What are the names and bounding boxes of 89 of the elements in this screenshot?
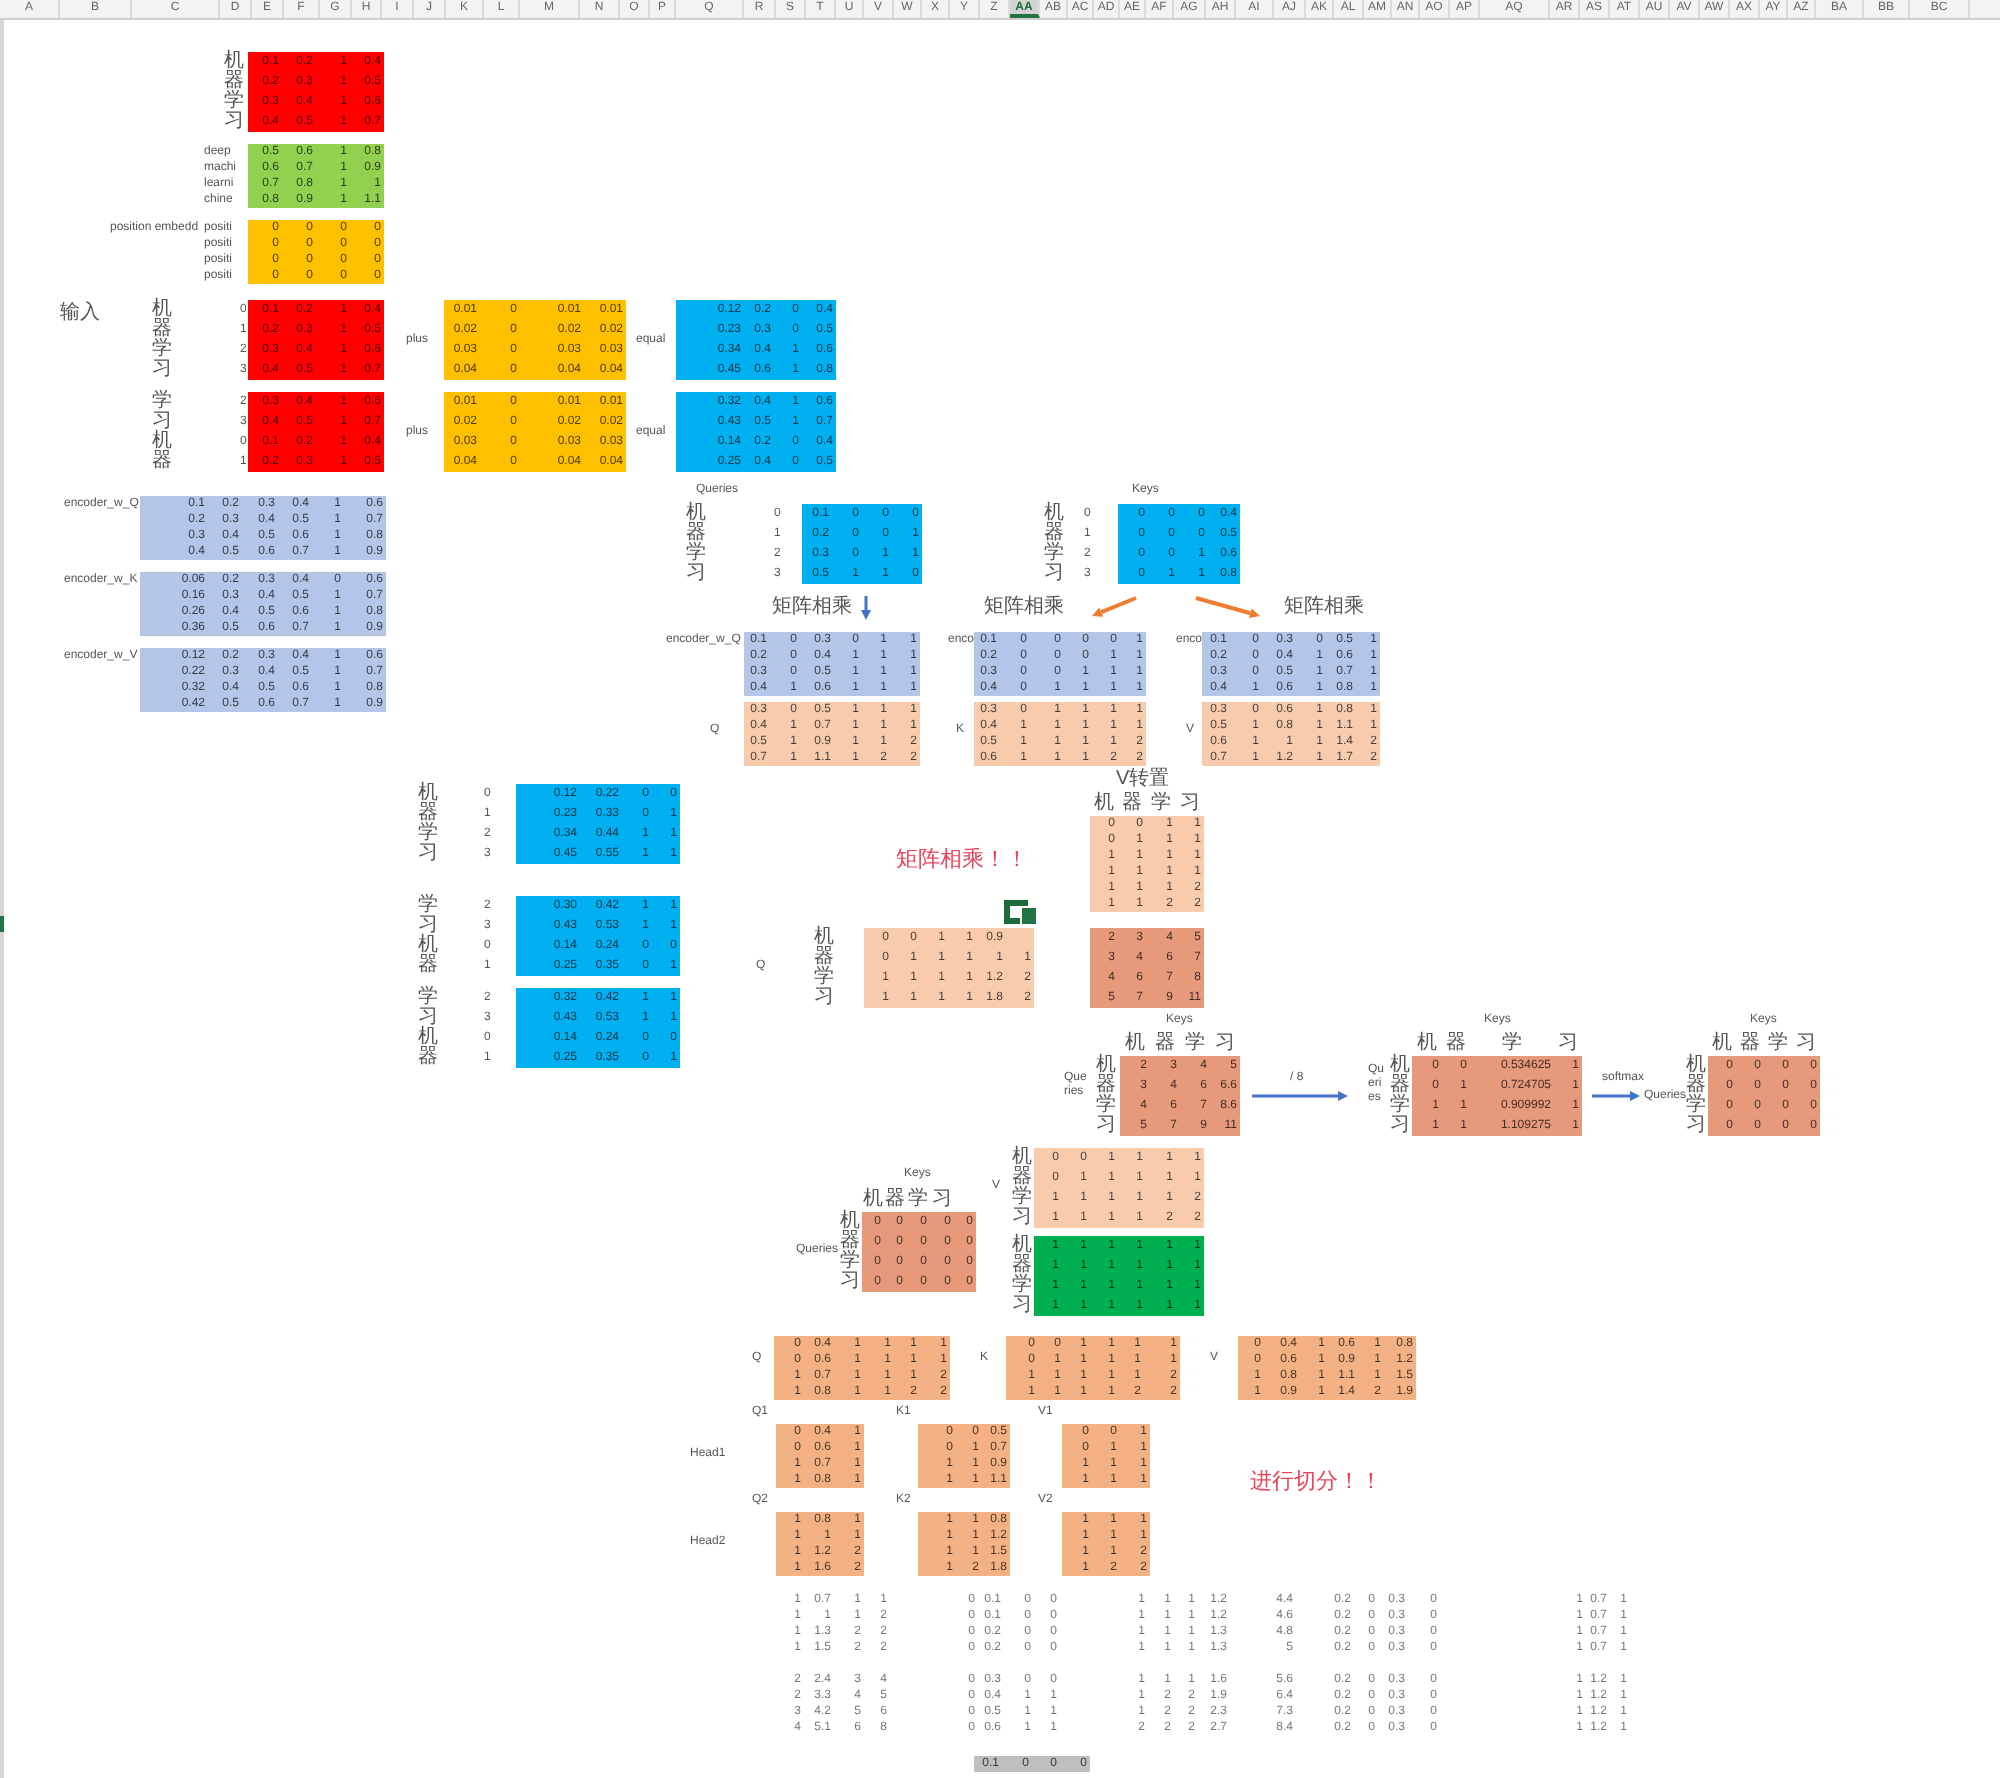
row-label: 器 xyxy=(152,452,174,472)
row-label: 学 xyxy=(224,92,246,112)
row-marker xyxy=(0,916,4,932)
row-label: 器 xyxy=(1096,1076,1118,1096)
row-label: 学 xyxy=(814,968,836,988)
row-label: 器 xyxy=(814,948,836,968)
column-label: 习 xyxy=(1794,1032,1818,1056)
row-label: 习 xyxy=(224,112,246,132)
row-label: 器 xyxy=(1012,1168,1034,1188)
cell-text: 矩阵相乘 xyxy=(984,596,1064,618)
row-label: 习 xyxy=(418,844,440,864)
column-label: 学 xyxy=(1500,1032,1524,1056)
row-label: 机 xyxy=(1044,504,1066,524)
row-label: 机 xyxy=(1012,1148,1034,1168)
row-label: 机 xyxy=(152,432,174,452)
cell-text: 输入 xyxy=(60,302,100,324)
row-label: 学 xyxy=(1390,1096,1412,1116)
row-label: 学 xyxy=(418,896,440,916)
column-label: 机 xyxy=(1092,792,1116,816)
row-label: 学 xyxy=(152,392,174,412)
row-label: 机 xyxy=(1096,1056,1118,1076)
column-label: 机 xyxy=(862,1188,884,1212)
row-label: 机 xyxy=(224,52,246,72)
row-label: 学 xyxy=(1686,1096,1708,1116)
column-label: 器 xyxy=(1738,1032,1762,1056)
cell-text: 矩阵相乘 xyxy=(1284,596,1364,618)
row-label: 器 xyxy=(1044,524,1066,544)
row-label: 器 xyxy=(686,524,708,544)
row-label: 学 xyxy=(1044,544,1066,564)
row-label: 习 xyxy=(152,412,174,432)
column-label: 学 xyxy=(1766,1032,1790,1056)
row-label: 学 xyxy=(840,1252,862,1272)
row-label: 习 xyxy=(840,1272,862,1292)
row-label: 习 xyxy=(1044,564,1066,584)
row-label: 机 xyxy=(1012,1236,1034,1256)
row-label: 学 xyxy=(1012,1276,1034,1296)
column-label: 机 xyxy=(1415,1032,1439,1056)
row-label: 器 xyxy=(840,1232,862,1252)
column-label: 器 xyxy=(884,1188,906,1212)
column-label: 机 xyxy=(1123,1032,1147,1056)
column-label: 习 xyxy=(930,1188,954,1212)
row-label: 机 xyxy=(814,928,836,948)
row-label: 习 xyxy=(1686,1116,1708,1136)
row-label: 习 xyxy=(686,564,708,584)
row-label: 器 xyxy=(1012,1256,1034,1276)
row-label: 机 xyxy=(840,1212,862,1232)
row-label: 器 xyxy=(152,320,174,340)
column-label: 习 xyxy=(1178,792,1202,816)
column-label: 器 xyxy=(1444,1032,1468,1056)
column-label: 学 xyxy=(1149,792,1173,816)
row-label: 器 xyxy=(224,72,246,92)
row-label: 习 xyxy=(418,1008,440,1028)
annotation-text: 矩阵相乘！！ xyxy=(896,848,1028,872)
row-label: 习 xyxy=(1012,1296,1034,1316)
row-label: 学 xyxy=(1012,1188,1034,1208)
row-label: 学 xyxy=(418,988,440,1008)
row-label: 习 xyxy=(418,916,440,936)
row-label: 习 xyxy=(814,988,836,1008)
column-label: 习 xyxy=(1556,1032,1580,1056)
row-label: 机 xyxy=(418,936,440,956)
row-label: 器 xyxy=(418,1048,440,1068)
row-label: 机 xyxy=(686,504,708,524)
cell-text: 矩阵相乘 xyxy=(772,596,852,618)
row-label: 机 xyxy=(1686,1056,1708,1076)
column-label: 器 xyxy=(1153,1032,1177,1056)
row-label: 学 xyxy=(686,544,708,564)
column-label: 学 xyxy=(906,1188,930,1212)
row-label: 习 xyxy=(152,360,174,380)
paste-options-icon[interactable] xyxy=(1004,900,1036,924)
row-label: 习 xyxy=(1390,1116,1412,1136)
column-label: 习 xyxy=(1213,1032,1237,1056)
annotation-text: 进行切分！！ xyxy=(1250,1470,1382,1494)
column-label: 学 xyxy=(1183,1032,1207,1056)
row-label: 机 xyxy=(418,1028,440,1048)
cell-text: V转置 xyxy=(1116,768,1170,790)
row-label: 机 xyxy=(152,300,174,320)
row-label: 习 xyxy=(1096,1116,1118,1136)
row-label: 器 xyxy=(418,804,440,824)
row-label: 学 xyxy=(418,824,440,844)
row-label: 机 xyxy=(418,784,440,804)
column-label: 机 xyxy=(1710,1032,1734,1056)
column-label: 器 xyxy=(1120,792,1144,816)
row-label: 学 xyxy=(1096,1096,1118,1116)
row-label: 习 xyxy=(1012,1208,1034,1228)
row-label: 机 xyxy=(1390,1056,1412,1076)
row-label: 学 xyxy=(152,340,174,360)
row-label: 器 xyxy=(418,956,440,976)
row-label: 器 xyxy=(1390,1076,1412,1096)
row-label: 器 xyxy=(1686,1076,1708,1096)
